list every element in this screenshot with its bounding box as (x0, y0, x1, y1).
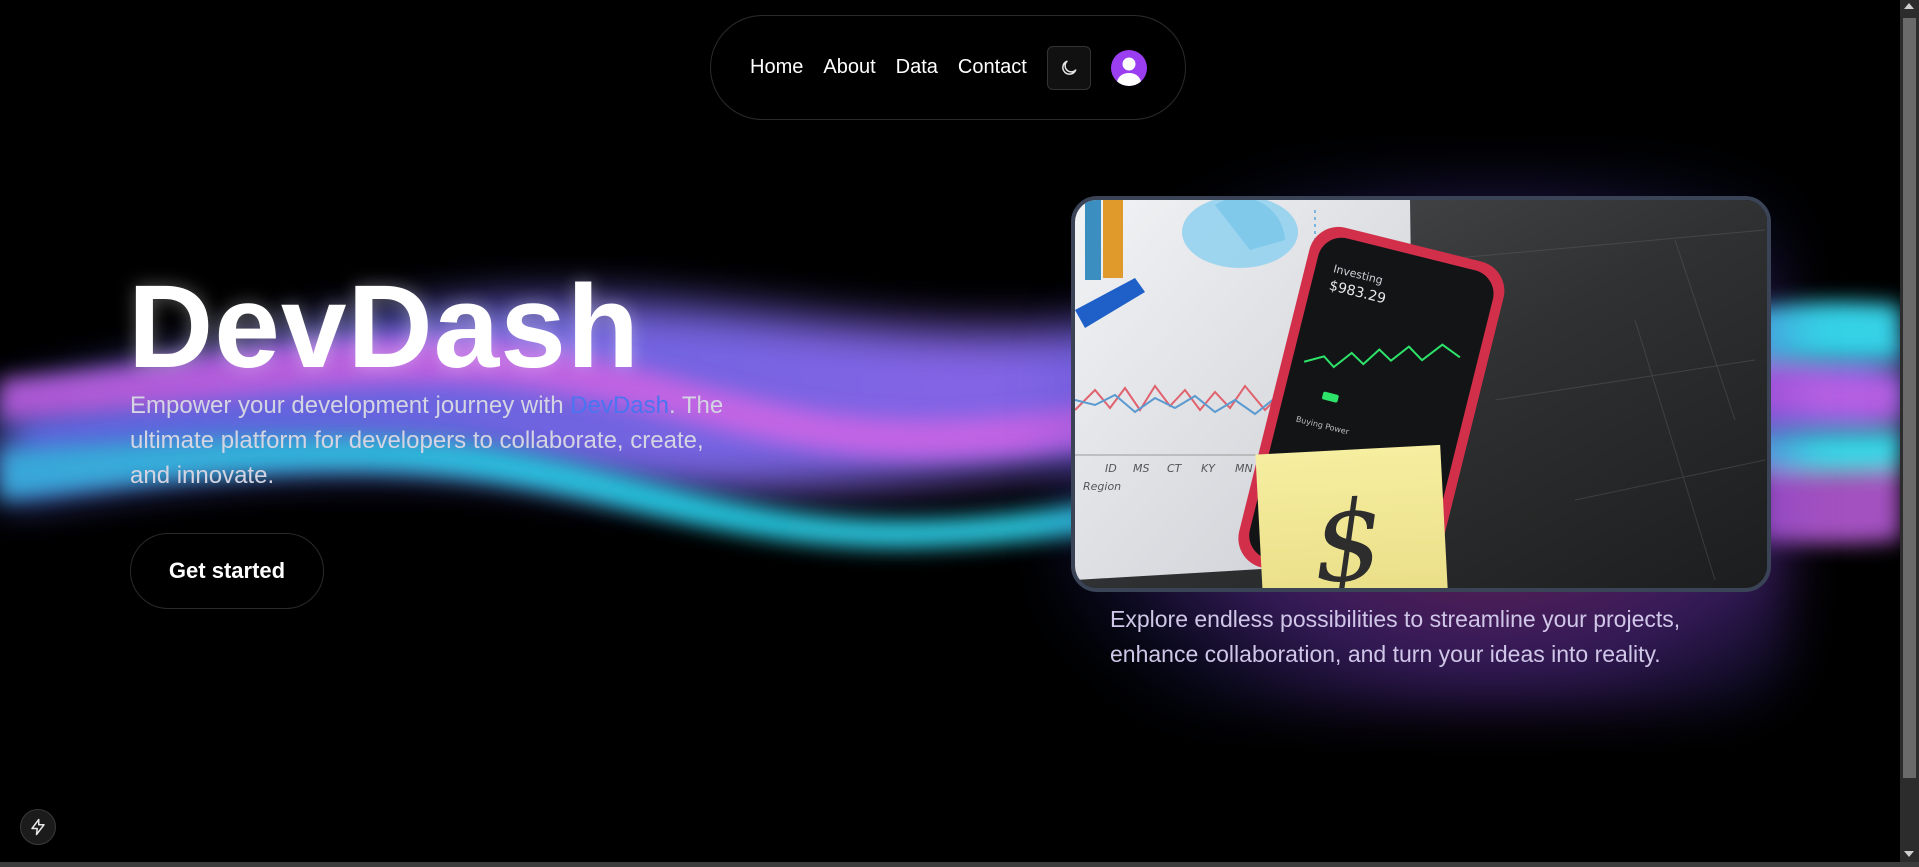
top-navbar: Home About Data Contact (710, 15, 1186, 120)
get-started-button[interactable]: Get started (130, 533, 324, 609)
nav-link-about[interactable]: About (823, 56, 875, 79)
paper-label-ct: CT (1167, 462, 1183, 475)
paper-axis-label: Region (1083, 480, 1121, 493)
scroll-down-arrow-icon[interactable] (1904, 851, 1914, 857)
card-description: Explore endless possibilities to streaml… (1110, 606, 1681, 667)
brand-highlight: DevDash (570, 392, 669, 419)
paper-label-ky: KY (1201, 462, 1216, 475)
sticky-note-dollar: $ (1310, 476, 1387, 588)
nav-link-home[interactable]: Home (750, 56, 803, 79)
paper-label-mn: MN (1235, 462, 1253, 475)
hero-desc-start: Empower your development journey with (130, 392, 571, 419)
scrollbar-thumb[interactable] (1903, 18, 1916, 778)
scroll-up-arrow-icon[interactable] (1904, 3, 1914, 9)
lightning-bolt-icon (31, 818, 45, 836)
finance-phone-illustration: ID MS CT KY MN Region Investing $983.29 … (1075, 200, 1767, 588)
paper-label-id: ID (1105, 462, 1117, 475)
theme-toggle-button[interactable] (1046, 45, 1091, 90)
floating-action-badge[interactable] (20, 809, 56, 845)
window-bottom-edge (0, 862, 1919, 867)
page: Home About Data Contact DevDash Empower … (0, 0, 1900, 862)
hero-photo: ID MS CT KY MN Region Investing $983.29 … (1071, 196, 1771, 592)
paper-label-ms: MS (1133, 462, 1149, 475)
moon-icon (1061, 60, 1077, 75)
nav-link-data[interactable]: Data (896, 56, 938, 79)
user-avatar-icon (1115, 57, 1142, 86)
hero-description: Empower your development journey with De… (130, 388, 750, 493)
hero-title: DevDash (128, 261, 641, 393)
nav-link-contact[interactable]: Contact (958, 56, 1027, 79)
user-avatar-button[interactable] (1110, 49, 1147, 86)
